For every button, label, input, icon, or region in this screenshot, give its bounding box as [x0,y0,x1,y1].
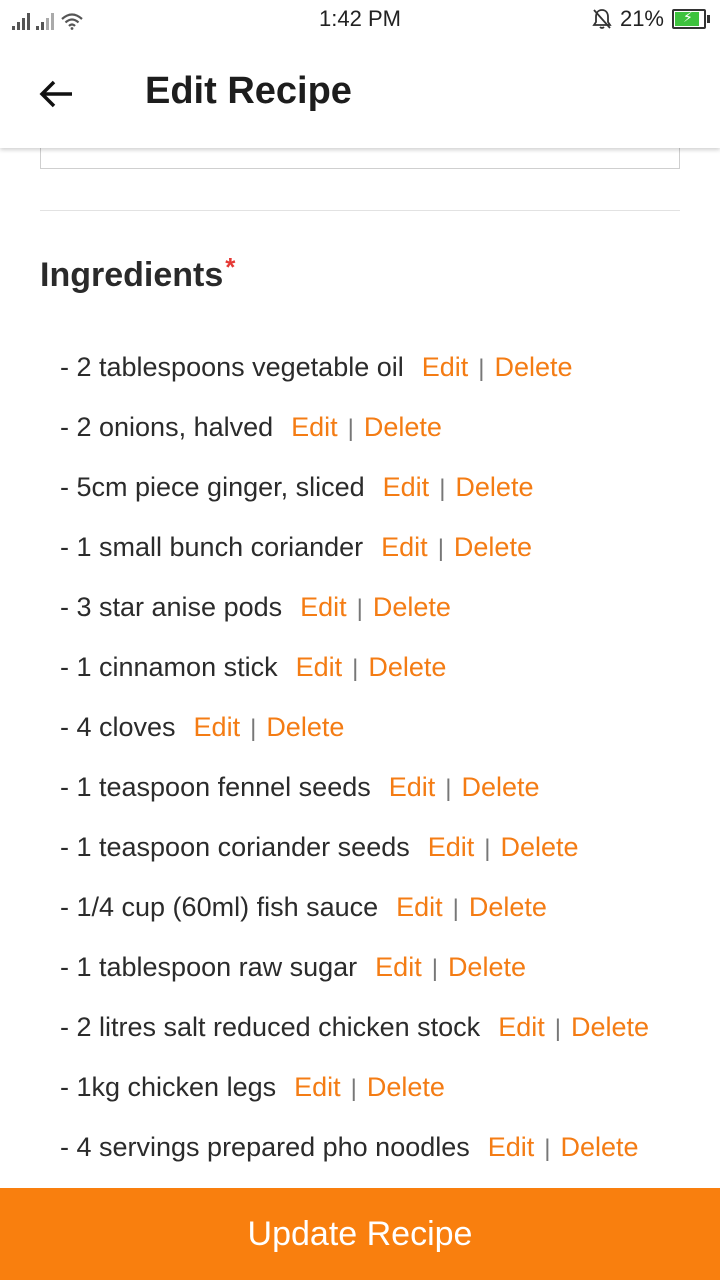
action-separator: | [352,655,359,682]
ingredient-item: - 2 onions, halved Edit | Delete [60,408,680,448]
section-divider [40,210,680,211]
ingredient-text: - 1kg chicken legs [60,1072,277,1102]
action-separator: | [250,715,257,742]
battery-percent: 21% [619,6,664,31]
battery-icon: ⚡ [672,9,710,29]
ingredient-text: - 5cm piece ginger, sliced [60,472,365,502]
edit-ingredient-link[interactable]: Edit [294,1072,341,1102]
ingredient-text: - 2 tablespoons vegetable oil [60,352,404,382]
ingredient-text: - 1/4 cup (60ml) fish sauce [60,892,379,922]
edit-ingredient-link[interactable]: Edit [194,712,241,742]
delete-ingredient-link[interactable]: Delete [571,1012,649,1042]
delete-ingredient-link[interactable]: Delete [364,412,442,442]
delete-ingredient-link[interactable]: Delete [448,952,526,982]
action-separator: | [356,595,363,622]
edit-ingredient-link[interactable]: Edit [375,952,422,982]
status-right: 21% ⚡ [592,6,710,32]
action-separator: | [484,835,491,862]
status-bar: 1:42 PM 21% ⚡ [0,0,720,40]
action-separator: | [554,1015,561,1042]
previous-field-box[interactable] [40,148,680,169]
ingredient-item: - 1kg chicken legs Edit | Delete [60,1068,680,1108]
edit-ingredient-link[interactable]: Edit [488,1132,535,1162]
update-recipe-button[interactable]: Update Recipe [0,1188,720,1280]
delete-ingredient-link[interactable]: Delete [373,592,451,622]
ingredients-heading: Ingredients* [40,252,235,295]
ingredients-title: Ingredients [40,256,224,294]
required-marker: * [225,252,236,282]
action-separator: | [544,1135,551,1162]
ingredient-text: - 3 star anise pods [60,592,283,622]
action-separator: | [437,535,444,562]
delete-ingredient-link[interactable]: Delete [454,532,532,562]
delete-ingredient-link[interactable]: Delete [455,472,533,502]
ingredient-item: - 1/4 cup (60ml) fish sauce Edit | Delete [60,888,680,928]
ingredient-text: - 2 onions, halved [60,412,274,442]
delete-ingredient-link[interactable]: Delete [469,892,547,922]
delete-ingredient-link[interactable]: Delete [367,1072,445,1102]
edit-ingredient-link[interactable]: Edit [422,352,469,382]
ingredient-text: - 1 tablespoon raw sugar [60,952,358,982]
edit-ingredient-link[interactable]: Edit [291,412,338,442]
ingredient-item: - 4 cloves Edit | Delete [60,708,680,748]
delete-ingredient-link[interactable]: Delete [561,1132,639,1162]
edit-ingredient-link[interactable]: Edit [428,832,475,862]
page-title: Edit Recipe [145,70,352,112]
action-separator: | [439,475,446,502]
ingredient-item: - 1 small bunch coriander Edit | Delete [60,528,680,568]
edit-ingredient-link[interactable]: Edit [300,592,347,622]
action-separator: | [347,415,354,442]
arrow-left-icon [39,80,72,108]
edit-ingredient-link[interactable]: Edit [383,472,430,502]
app-bar: Edit Recipe [0,40,720,148]
edit-ingredient-link[interactable]: Edit [389,772,436,802]
ingredient-text: - 1 teaspoon coriander seeds [60,832,410,862]
delete-ingredient-link[interactable]: Delete [266,712,344,742]
ingredient-text: - 4 servings prepared pho noodles [60,1132,470,1162]
action-separator: | [452,895,459,922]
ingredient-item: - 1 teaspoon fennel seeds Edit | Delete [60,768,680,808]
ingredient-text: - 1 teaspoon fennel seeds [60,772,371,802]
bell-mute-icon [592,9,612,29]
back-button[interactable] [30,68,82,120]
edit-ingredient-link[interactable]: Edit [296,652,343,682]
delete-ingredient-link[interactable]: Delete [368,652,446,682]
ingredient-item: - 5cm piece ginger, sliced Edit | Delete [60,468,680,508]
ingredient-item: - 4 servings prepared pho noodles Edit | De… [60,1128,680,1168]
action-separator: | [478,355,485,382]
ingredient-item: - 2 litres salt reduced chicken stock Edi… [60,1008,680,1048]
recipe-form: Ingredients* - 2 tablespoons vegetable o… [0,148,720,1188]
action-separator: | [350,1075,357,1102]
ingredient-text: - 1 cinnamon stick [60,652,278,682]
delete-ingredient-link[interactable]: Delete [495,352,573,382]
delete-ingredient-link[interactable]: Delete [462,772,540,802]
ingredient-item: - 3 star anise pods Edit | Delete [60,588,680,628]
ingredient-item: - 1 tablespoon raw sugar Edit | Delete [60,948,680,988]
action-separator: | [445,775,452,802]
ingredient-text: - 2 litres salt reduced chicken stock [60,1012,481,1042]
ingredients-list: - 2 tablespoons vegetable oil Edit | Delete… [60,348,680,1188]
edit-ingredient-link[interactable]: Edit [381,532,428,562]
ingredient-text: - 4 cloves [60,712,176,742]
edit-ingredient-link[interactable]: Edit [498,1012,545,1042]
ingredient-item: - 1 teaspoon coriander seeds Edit | Delete [60,828,680,868]
edit-ingredient-link[interactable]: Edit [396,892,443,922]
action-separator: | [431,955,438,982]
ingredient-item: - 2 tablespoons vegetable oil Edit | Delete [60,348,680,388]
ingredient-item: - 1 cinnamon stick Edit | Delete [60,648,680,688]
ingredient-text: - 1 small bunch coriander [60,532,364,562]
delete-ingredient-link[interactable]: Delete [501,832,579,862]
